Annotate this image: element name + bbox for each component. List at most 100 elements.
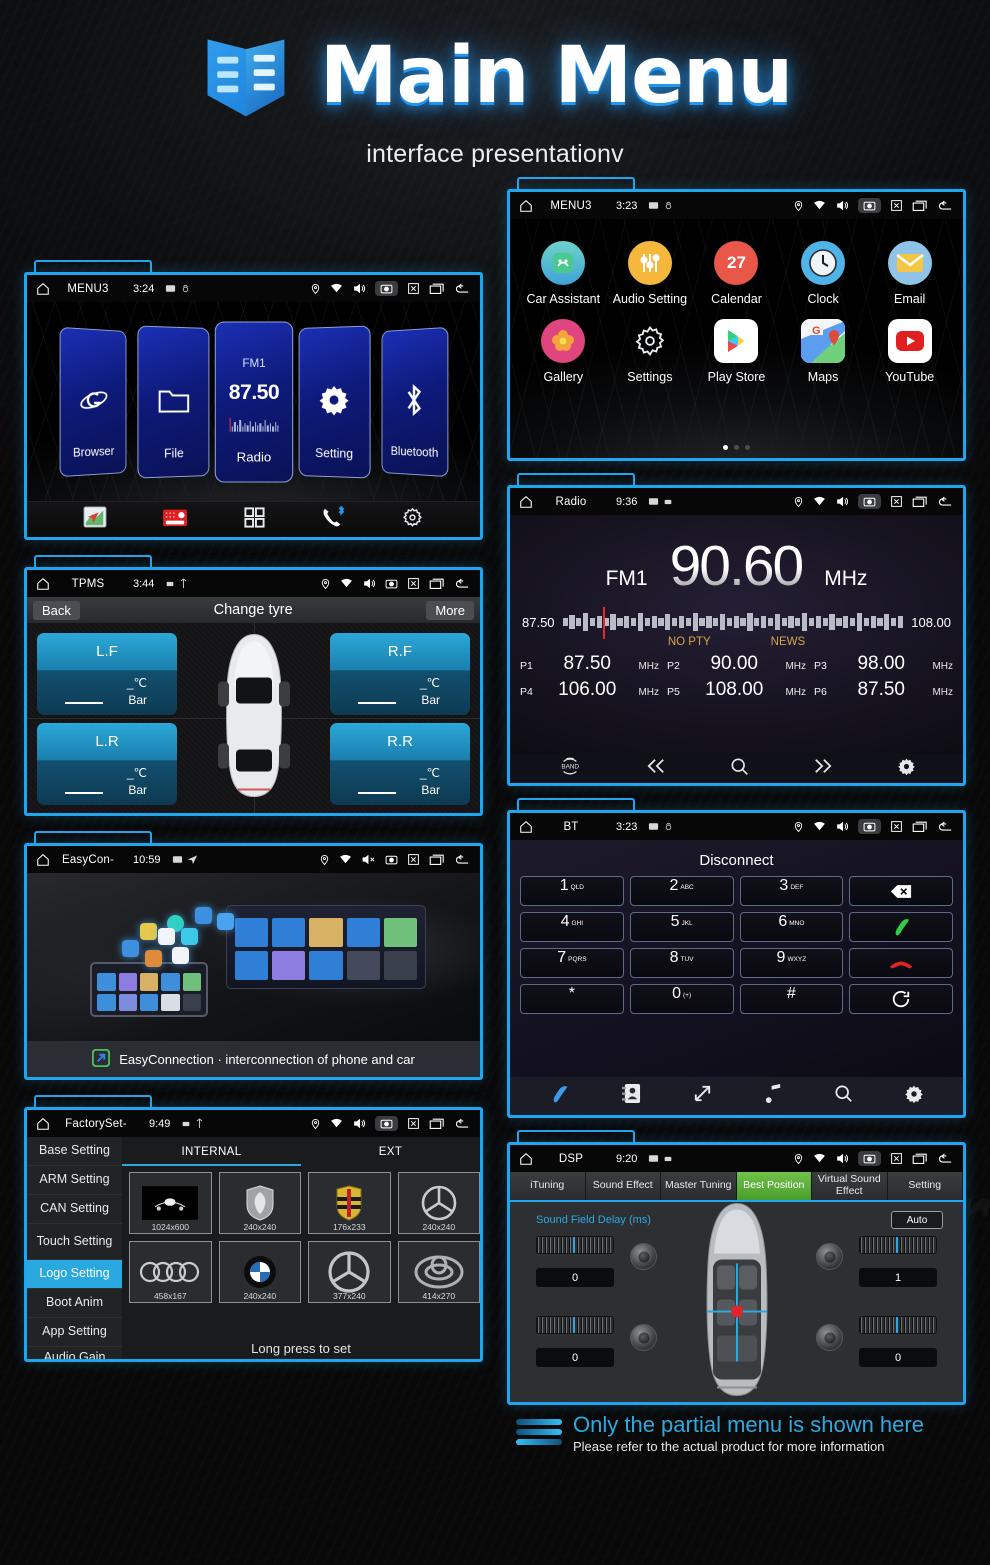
more-button[interactable]: More: [426, 600, 474, 620]
home-icon[interactable]: [516, 495, 536, 509]
navigation-icon[interactable]: [83, 506, 107, 533]
location-pin-icon[interactable]: [793, 821, 804, 833]
dial-key-6[interactable]: 6 MNO: [739, 912, 844, 942]
logo-cell[interactable]: 240x240: [397, 1172, 480, 1234]
sidebar-item-touch-setting[interactable]: Touch Setting: [27, 1224, 122, 1260]
home-icon[interactable]: [516, 1152, 536, 1166]
app-settings[interactable]: Settings: [607, 319, 694, 384]
logo-cell[interactable]: 458x167: [129, 1241, 212, 1303]
wifi-icon[interactable]: [330, 1118, 343, 1129]
home-icon[interactable]: [33, 1117, 53, 1131]
dialpad-phone-icon[interactable]: [549, 1084, 571, 1109]
settings-icon[interactable]: [401, 506, 424, 534]
call-end-icon[interactable]: [849, 948, 953, 978]
tyre-card-rf[interactable]: R.F _℃ Bar: [330, 633, 470, 715]
back-icon[interactable]: [937, 496, 953, 508]
location-pin-icon[interactable]: [793, 496, 804, 508]
sidebar-item-audio-gain-setting[interactable]: Audio Gain Setting: [27, 1347, 122, 1359]
dial-key-4[interactable]: 4 GHI: [520, 912, 624, 942]
dial-key-1[interactable]: 1 QLD: [520, 876, 624, 906]
wifi-icon[interactable]: [813, 821, 826, 832]
menu-card-radio[interactable]: FM1 87.50 Radio: [214, 320, 293, 483]
home-icon[interactable]: [516, 199, 536, 213]
tab-virtual-sound-effect[interactable]: Virtual Sound Effect: [812, 1172, 888, 1200]
dial-key-2[interactable]: 2 ABC: [629, 876, 734, 906]
screenshot-icon[interactable]: [858, 198, 881, 213]
radio-icon[interactable]: [162, 506, 188, 533]
logo-cell[interactable]: 240x240: [218, 1241, 301, 1303]
volume-icon[interactable]: [835, 820, 849, 833]
wifi-icon[interactable]: [813, 496, 826, 507]
menu-card-bluetooth[interactable]: Bluetooth: [381, 326, 448, 477]
screenshot-icon[interactable]: [385, 854, 398, 865]
app-calendar[interactable]: 27 Calendar: [693, 241, 780, 306]
app-car-assistant[interactable]: Car Assistant: [520, 241, 607, 306]
delay-knob-front-left[interactable]: [536, 1236, 614, 1254]
close-icon[interactable]: [407, 282, 420, 295]
volume-icon[interactable]: [835, 1152, 849, 1165]
recents-icon[interactable]: [429, 1117, 445, 1130]
recents-icon[interactable]: [429, 282, 445, 295]
auto-button[interactable]: Auto: [891, 1211, 943, 1229]
wifi-icon[interactable]: [813, 1153, 826, 1164]
close-icon[interactable]: [890, 1152, 903, 1165]
call-answer-icon[interactable]: [849, 912, 953, 942]
volume-icon[interactable]: [352, 282, 366, 295]
tab-internal[interactable]: INTERNAL: [122, 1141, 301, 1166]
tyre-card-lf[interactable]: L.F _℃ Bar: [37, 633, 177, 715]
music-icon[interactable]: [764, 1083, 783, 1109]
settings-icon[interactable]: [904, 1084, 924, 1109]
home-icon[interactable]: [33, 577, 53, 591]
app-clock[interactable]: Clock: [780, 241, 867, 306]
screenshot-icon[interactable]: [858, 494, 881, 509]
wifi-icon[interactable]: [340, 578, 353, 589]
sidebar-item-base-setting[interactable]: Base Setting: [27, 1137, 122, 1166]
preset-p5[interactable]: P5 108.00 MHz: [663, 677, 810, 703]
recents-icon[interactable]: [912, 820, 928, 833]
menu-card-browser[interactable]: Browser: [59, 326, 126, 477]
preset-p2[interactable]: P2 90.00 MHz: [663, 651, 810, 677]
close-icon[interactable]: [890, 199, 903, 212]
wifi-icon[interactable]: [813, 200, 826, 211]
sidebar-item-arm-setting[interactable]: ARM Setting: [27, 1166, 122, 1195]
volume-icon[interactable]: [362, 577, 376, 590]
backspace-icon[interactable]: [849, 876, 953, 906]
tyre-card-lr[interactable]: L.R _℃ Bar: [37, 723, 177, 805]
recents-icon[interactable]: [912, 199, 928, 212]
tyre-card-rr[interactable]: R.R _℃ Bar: [330, 723, 470, 805]
sync-icon[interactable]: [849, 984, 953, 1014]
preset-p4[interactable]: P4 106.00 MHz: [516, 677, 663, 703]
app-audio-setting[interactable]: Audio Setting: [607, 241, 694, 306]
screenshot-icon[interactable]: [858, 819, 881, 834]
back-icon[interactable]: [454, 854, 470, 866]
preset-p3[interactable]: P3 98.00 MHz: [810, 651, 957, 677]
dial-key-8[interactable]: 8 TUV: [629, 948, 734, 978]
back-button[interactable]: Back: [33, 600, 80, 620]
sidebar-item-app-setting[interactable]: App Setting: [27, 1318, 122, 1347]
location-pin-icon[interactable]: [310, 1118, 321, 1130]
radio-tuning-scale[interactable]: [562, 607, 904, 640]
back-icon[interactable]: [937, 821, 953, 833]
app-email[interactable]: Email: [866, 241, 953, 306]
close-icon[interactable]: [407, 1117, 420, 1130]
home-icon[interactable]: [516, 820, 536, 834]
tab-best-position[interactable]: Best Position: [736, 1172, 812, 1200]
screenshot-icon[interactable]: [385, 578, 398, 589]
dial-key-7[interactable]: 7 PQRS: [520, 948, 624, 978]
back-icon[interactable]: [937, 200, 953, 212]
dial-key-5[interactable]: 5 JKL: [629, 912, 734, 942]
close-icon[interactable]: [407, 853, 420, 866]
delay-knob-front-right[interactable]: [859, 1236, 937, 1254]
back-icon[interactable]: [454, 1118, 470, 1130]
back-icon[interactable]: [454, 578, 470, 590]
app-maps[interactable]: G Maps: [780, 319, 867, 384]
back-icon[interactable]: [454, 283, 470, 295]
call-log-icon[interactable]: [692, 1083, 713, 1109]
app-gallery[interactable]: Gallery: [520, 319, 607, 384]
logo-cell[interactable]: 377x240: [308, 1241, 391, 1303]
tab-setting[interactable]: Setting: [887, 1172, 963, 1200]
close-icon[interactable]: [890, 820, 903, 833]
location-pin-icon[interactable]: [310, 283, 321, 295]
logo-cell[interactable]: 1024x600: [129, 1172, 212, 1234]
wifi-icon[interactable]: [330, 283, 343, 294]
